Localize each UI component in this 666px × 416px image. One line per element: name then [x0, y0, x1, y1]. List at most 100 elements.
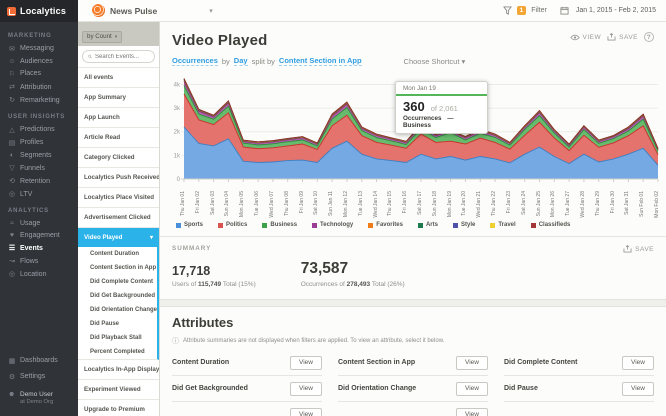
tooltip-value: 360 [403, 99, 425, 114]
legend-item-travel[interactable]: Travel [490, 222, 515, 228]
event-attribute-content-duration[interactable]: Content Duration [78, 247, 157, 261]
x-axis-label: Thu Jan 01 [180, 191, 186, 216]
view-button[interactable]: View [456, 382, 488, 396]
event-item-advertisement-clicked[interactable]: Advertisement Clicked [78, 208, 159, 228]
sidebar-item-label: Remarketing [20, 97, 60, 104]
event-item-app-launch[interactable]: App Launch [78, 108, 159, 128]
view-button[interactable]: View [290, 382, 322, 396]
event-item-article-read[interactable]: Article Read [78, 128, 159, 148]
x-axis-label: Sat Jan 17 [417, 191, 423, 215]
choose-shortcut-dropdown[interactable]: Choose Shortcut ▾ [404, 57, 466, 66]
sidebar-item-settings[interactable]: ⚙Settings [0, 369, 78, 385]
tooltip-body: 360 of 2,061 Occurrences — Business [396, 96, 487, 133]
summary-save-button[interactable]: SAVE [623, 245, 654, 253]
sidebar-item-attribution[interactable]: ⇄Attribution [0, 81, 78, 94]
view-button[interactable]: View [456, 356, 488, 370]
event-attribute-did-pause[interactable]: Did Pause [78, 317, 157, 331]
search-events-input[interactable] [95, 54, 149, 60]
sidebar-item-places[interactable]: ⚐Places [0, 67, 78, 80]
sidebar-item-remarketing[interactable]: ↻Remarketing [0, 94, 78, 107]
event-item-label: App Launch [84, 114, 120, 121]
date-range-picker[interactable]: Jan 1, 2015 - Feb 2, 2015 [576, 7, 656, 14]
event-attribute-content-section-in-app[interactable]: Content Section in App [78, 261, 157, 275]
sort-label: by Count [87, 33, 112, 40]
legend-item-technology[interactable]: Technology [312, 222, 353, 228]
x-axis-label: Sat Jan 24 [521, 191, 527, 215]
sidebar-item-audiences[interactable]: ☺Audiences [0, 55, 78, 67]
sidebar-item-usage[interactable]: ≈Usage [0, 217, 78, 229]
legend-item-business[interactable]: Business [262, 222, 297, 228]
event-item-upgrade-to-premium[interactable]: Upgrade to Premium [78, 400, 159, 416]
calendar-icon[interactable] [560, 6, 569, 15]
x-axis-label: Thu Jan 22 [491, 191, 497, 216]
sort-dropdown[interactable]: by Count ▾ [82, 31, 122, 43]
x-axis-label: Tue Jan 13 [358, 191, 364, 216]
section-divider [160, 299, 666, 307]
share-icon [607, 33, 616, 41]
sidebar-item-messaging[interactable]: ✉Messaging [0, 42, 78, 55]
event-item-localytics-push-received[interactable]: Localytics Push Received [78, 168, 159, 188]
sidebar-item-dashboards[interactable]: ▦Dashboards [0, 353, 78, 369]
event-item-all-events[interactable]: All events [78, 68, 159, 88]
sidebar-item-label: Settings [20, 373, 45, 380]
event-item-localytics-place-visited[interactable]: Localytics Place Visited [78, 188, 159, 208]
x-axis-label: Mon Jan 26 [550, 191, 556, 217]
x-axis-label: Tue Jan 20 [461, 191, 467, 216]
legend-label: Travel [498, 222, 515, 228]
user-account[interactable]: ☻Demo Userat Demo Org [0, 385, 78, 411]
view-button[interactable]: View [290, 356, 322, 370]
legend-item-politics[interactable]: Politics [218, 222, 247, 228]
x-axis-label: Sat Jan 10 [313, 191, 319, 215]
x-axis-labels: Thu Jan 01Fri Jan 02Sat Jan 03Sun Jan 04… [166, 190, 658, 217]
sidebar-item-flows[interactable]: ↝Flows [0, 255, 78, 268]
event-item-experiment-viewed[interactable]: Experiment Viewed [78, 380, 159, 400]
event-attribute-did-playback-stall[interactable]: Did Playback Stall [78, 331, 157, 345]
event-attribute-did-orientation-change[interactable]: Did Orientation Change [78, 303, 157, 317]
view-button[interactable]: View [290, 408, 322, 416]
legend-item-style[interactable]: Style [453, 222, 475, 228]
dimension-selector[interactable]: Content Section in App [279, 56, 362, 66]
save-button[interactable]: SAVE [607, 33, 638, 41]
view-button[interactable]: View [456, 408, 488, 416]
legend-item-sports[interactable]: Sports [176, 222, 203, 228]
view-button[interactable]: VIEW [570, 34, 602, 41]
interval-selector[interactable]: Day [234, 56, 248, 66]
event-item-label: Experiment Viewed [84, 386, 141, 393]
view-button[interactable]: View [622, 356, 654, 370]
view-button[interactable]: View [622, 382, 654, 396]
legend-item-classifieds[interactable]: Classifieds [531, 222, 571, 228]
event-item-category-clicked[interactable]: Category Clicked [78, 148, 159, 168]
sidebar-item-events[interactable]: ☰Events [0, 241, 78, 254]
event-item-localytics-in-app-display-[interactable]: Localytics In-App Display... [78, 360, 159, 380]
event-attribute-did-get-backgrounded[interactable]: Did Get Backgrounded [78, 289, 157, 303]
sidebar-item-ltv[interactable]: ◎LTV [0, 188, 78, 201]
engagement-icon: ♥ [8, 232, 16, 239]
x-axis-label: Sat Jan 03 [210, 191, 216, 215]
sidebar-item-segments[interactable]: ◐Segments [0, 149, 78, 161]
app-badge-icon [92, 4, 105, 17]
legend-item-favorites[interactable]: Favorites [368, 222, 403, 228]
metric-selector[interactable]: Occurrences [172, 56, 218, 66]
segments-icon: ◐ [8, 152, 16, 159]
sidebar-item-predictions[interactable]: △Predictions [0, 123, 78, 136]
event-item-label: All events [84, 74, 113, 81]
app-switcher-caret[interactable]: ▾ [209, 7, 213, 15]
sidebar-item-profiles[interactable]: ▤Profiles [0, 136, 78, 149]
sidebar-item-funnels[interactable]: ▽Funnels [0, 162, 78, 175]
event-attribute-did-complete-content[interactable]: Did Complete Content [78, 275, 157, 289]
event-item-video-played[interactable]: Video Played▾ [78, 228, 159, 247]
sidebar-item-location[interactable]: ◎Location [0, 268, 78, 281]
event-item-app-summary[interactable]: App Summary [78, 88, 159, 108]
user-text: Demo Userat Demo Org [20, 391, 53, 405]
sidebar-item-engagement[interactable]: ♥Engagement [0, 229, 78, 241]
filter-funnel-icon[interactable] [503, 6, 512, 15]
event-item-label: Advertisement Clicked [84, 214, 151, 221]
legend-item-arts[interactable]: Arts [418, 222, 438, 228]
help-button[interactable]: ? [644, 32, 654, 42]
logo-bar[interactable]: Localytics [0, 0, 78, 22]
eye-icon [570, 34, 580, 41]
sidebar-item-retention[interactable]: ⟲Retention [0, 175, 78, 188]
filter-label[interactable]: Filter [531, 7, 547, 14]
attributes-section: Attributes ⓘ Attribute summaries are not… [160, 307, 666, 416]
event-attribute-percent-completed[interactable]: Percent Completed [78, 345, 157, 359]
